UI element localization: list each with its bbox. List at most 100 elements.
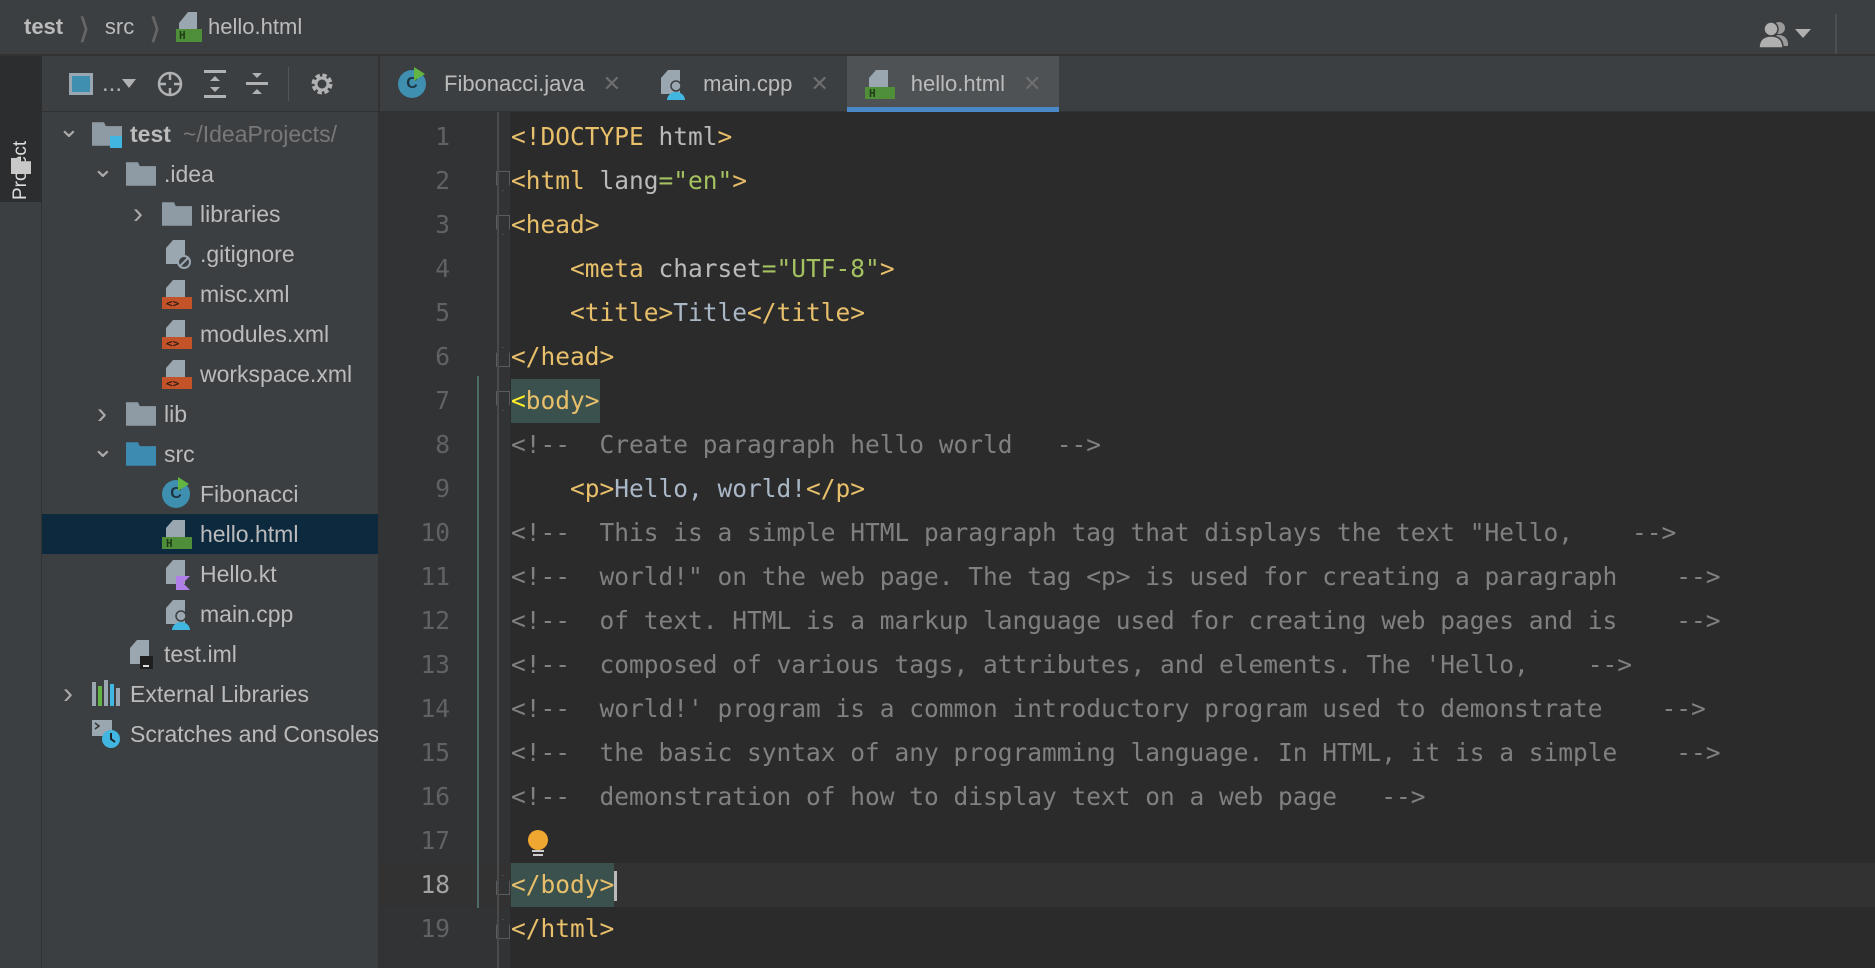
code-line[interactable]: 7 <body> bbox=[380, 379, 1875, 423]
line-number[interactable]: 4 bbox=[380, 247, 450, 291]
tree-item[interactable]: ⌄ src bbox=[42, 433, 378, 474]
line-number[interactable]: 7 bbox=[380, 379, 450, 423]
chevron-right-icon[interactable]: › bbox=[128, 197, 148, 231]
tree-item[interactable]: .gitignore bbox=[42, 234, 378, 274]
account-menu-button[interactable] bbox=[1759, 14, 1837, 54]
tree-item[interactable]: C Fibonacci bbox=[42, 474, 378, 514]
code-line[interactable]: 9 <p>Hello, world!</p> bbox=[380, 467, 1875, 511]
code-line[interactable]: 10 <!-- This is a simple HTML paragraph t… bbox=[380, 511, 1875, 555]
tree-item[interactable]: <> misc.xml bbox=[42, 274, 378, 314]
folder-icon bbox=[126, 162, 156, 186]
close-tab-icon[interactable]: ✕ bbox=[810, 71, 828, 97]
locate-file-button[interactable] bbox=[156, 69, 184, 99]
code-token: <!-- Create paragraph hello world --> bbox=[511, 430, 1102, 459]
code-token: <!-- world!" on the web page. The tag <p… bbox=[511, 562, 1721, 591]
code-token: > bbox=[717, 122, 733, 151]
line-number[interactable]: 18 bbox=[380, 863, 450, 907]
tab-hello-html[interactable]: Hhello.html ✕ bbox=[846, 56, 1060, 112]
chevron-down-icon[interactable]: ⌄ bbox=[92, 153, 114, 184]
line-number[interactable]: 14 bbox=[380, 687, 450, 731]
code-line[interactable]: 19 </html> bbox=[380, 907, 1875, 951]
tree-item[interactable]: Hhello.html bbox=[42, 514, 378, 554]
tab-main-cpp[interactable]: main.cpp ✕ bbox=[639, 56, 847, 112]
tree-item[interactable]: › libraries bbox=[42, 194, 378, 234]
settings-button[interactable] bbox=[309, 69, 335, 99]
tree-item[interactable]: Scratches and Consoles bbox=[42, 714, 378, 754]
tab-fibonacci-java[interactable]: C Fibonacci.java ✕ bbox=[380, 56, 639, 112]
vcs-change-marker[interactable] bbox=[477, 376, 479, 908]
line-number[interactable]: 2 bbox=[380, 159, 450, 203]
code-line[interactable]: 18 </body> bbox=[380, 863, 1875, 907]
tool-window-stripe: Project bbox=[0, 56, 42, 968]
source-folder-icon bbox=[126, 442, 156, 466]
code-text: <body> bbox=[511, 379, 600, 423]
breadcrumb-project[interactable]: test bbox=[24, 14, 63, 40]
svg-text:<>: <> bbox=[166, 337, 180, 350]
code-line[interactable]: 12 <!-- of text. HTML is a markup languag… bbox=[380, 599, 1875, 643]
tree-item[interactable]: test.iml bbox=[42, 634, 378, 674]
breadcrumb-file[interactable]: hello.html bbox=[208, 14, 302, 40]
close-tab-icon[interactable]: ✕ bbox=[1023, 71, 1041, 97]
code-line[interactable]: 13 <!-- composed of various tags, attribu… bbox=[380, 643, 1875, 687]
chevron-right-icon[interactable]: › bbox=[58, 677, 78, 711]
tree-item-label: .gitignore bbox=[200, 240, 295, 267]
line-number[interactable]: 3 bbox=[380, 203, 450, 247]
line-number[interactable]: 17 bbox=[380, 819, 450, 863]
tree-item[interactable]: Hello.kt bbox=[42, 554, 378, 594]
close-tab-icon[interactable]: ✕ bbox=[603, 71, 621, 97]
crosshair-icon bbox=[157, 71, 183, 96]
code-line[interactable]: 8 <!-- Create paragraph hello world --> bbox=[380, 423, 1875, 467]
code-line[interactable]: 6 </head> bbox=[380, 335, 1875, 379]
code-token: <!-- the basic syntax of any programming… bbox=[511, 738, 1721, 767]
breadcrumb-separator: ❯ bbox=[149, 11, 161, 42]
divider bbox=[288, 66, 290, 101]
line-number[interactable]: 15 bbox=[380, 731, 450, 775]
code-line[interactable]: 16 <!-- demonstration of how to display t… bbox=[380, 775, 1875, 819]
line-number[interactable]: 12 bbox=[380, 599, 450, 643]
tree-item[interactable]: › lib bbox=[42, 394, 378, 434]
project-tool-window-tab[interactable]: Project bbox=[0, 56, 42, 202]
code-text: <head> bbox=[511, 203, 600, 247]
chevron-right-icon[interactable]: › bbox=[92, 397, 112, 431]
line-number[interactable]: 16 bbox=[380, 775, 450, 819]
breadcrumb-src[interactable]: src bbox=[105, 14, 134, 40]
lightbulb-icon[interactable] bbox=[527, 830, 549, 858]
line-number[interactable]: 13 bbox=[380, 643, 450, 687]
line-number[interactable]: 9 bbox=[380, 467, 450, 511]
code-line[interactable]: 11 <!-- world!" on the web page. The tag … bbox=[380, 555, 1875, 599]
collapse-all-icon bbox=[246, 72, 269, 94]
code-line[interactable]: 15 <!-- the basic syntax of any programmi… bbox=[380, 731, 1875, 775]
code-line[interactable]: 1 <!DOCTYPE html> bbox=[380, 115, 1875, 159]
line-number[interactable]: 6 bbox=[380, 335, 450, 379]
line-number[interactable]: 10 bbox=[380, 511, 450, 555]
tree-item-label: lib bbox=[164, 400, 188, 427]
code-line[interactable]: 17 bbox=[380, 819, 1875, 863]
line-number[interactable]: 1 bbox=[380, 115, 450, 159]
code-line[interactable]: 3 <head> bbox=[380, 203, 1875, 247]
iml-file-icon bbox=[126, 640, 156, 669]
matched-tag: </body> bbox=[511, 863, 615, 907]
line-number[interactable]: 8 bbox=[380, 423, 450, 467]
code-line[interactable]: 4 <meta charset="UTF-8"> bbox=[380, 247, 1875, 291]
chevron-down-icon[interactable]: ⌄ bbox=[92, 433, 114, 464]
tree-item[interactable]: <> workspace.xml bbox=[42, 354, 378, 394]
tree-item[interactable]: ⌄ test ~/IdeaProjects/ bbox=[42, 113, 378, 154]
tree-item[interactable]: › External Libraries bbox=[42, 674, 378, 714]
code-editor[interactable]: 1 <!DOCTYPE html> 2 <html lang="en"> 3 <head>… bbox=[380, 112, 1875, 968]
tree-item[interactable]: ⌄ .idea bbox=[42, 153, 378, 194]
line-number[interactable]: 19 bbox=[380, 907, 450, 951]
kotlin-file-icon bbox=[162, 560, 192, 590]
view-selector[interactable]: ... bbox=[68, 69, 137, 99]
line-number[interactable]: 5 bbox=[380, 291, 450, 335]
code-text: <title>Title</title> bbox=[511, 291, 865, 335]
line-number[interactable]: 11 bbox=[380, 555, 450, 599]
chevron-down-icon[interactable]: ⌄ bbox=[58, 113, 80, 144]
expand-all-button[interactable] bbox=[204, 69, 227, 99]
code-line[interactable]: 2 <html lang="en"> bbox=[380, 159, 1875, 203]
navigation-bar: test ❯ src ❯ H hello.html bbox=[0, 0, 1875, 56]
code-line[interactable]: 14 <!-- world!' program is a common intro… bbox=[380, 687, 1875, 731]
tree-item[interactable]: <> modules.xml bbox=[42, 314, 378, 354]
collapse-all-button[interactable] bbox=[246, 69, 269, 99]
tree-item[interactable]: main.cpp bbox=[42, 594, 378, 634]
code-line[interactable]: 5 <title>Title</title> bbox=[380, 291, 1875, 335]
